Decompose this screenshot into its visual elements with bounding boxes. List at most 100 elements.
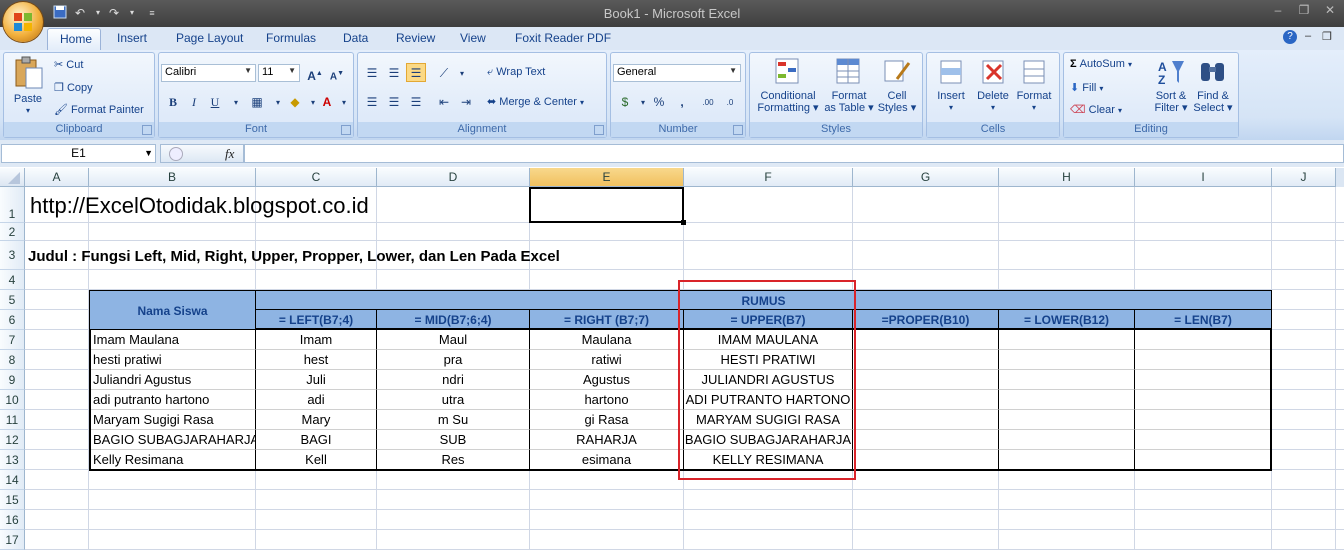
font-color-dropdown-icon[interactable]: ▾	[334, 92, 354, 111]
redo-dropdown-icon[interactable]: ▾	[124, 5, 140, 21]
shrink-font-icon[interactable]: A▼	[327, 63, 347, 82]
ribbon-restore-icon[interactable]: ❐	[1322, 30, 1332, 43]
underline-icon[interactable]: U	[205, 92, 225, 111]
formula-header-cell[interactable]: = LEFT(B7;4)	[256, 310, 377, 330]
conditional-formatting-button[interactable]: Conditional Formatting ▾	[752, 57, 824, 114]
formula-result-cell[interactable]: esimana	[530, 450, 684, 470]
formula-header-cell[interactable]: =PROPER(B10)	[853, 310, 999, 330]
autosum-button[interactable]: Σ AutoSum ▾	[1070, 58, 1132, 70]
undo-icon[interactable]: ↶	[72, 5, 88, 21]
scrollbar-top[interactable]	[1336, 168, 1344, 187]
url-cell[interactable]: http://ExcelOtodidak.blogspot.co.id	[30, 193, 369, 219]
wrap-text-button[interactable]: ⤶ Wrap Text	[487, 66, 545, 79]
insert-cells-button[interactable]: Insert ▾	[931, 57, 971, 114]
student-name-cell[interactable]: adi putranto hartono	[89, 390, 256, 410]
formula-result-cell[interactable]: JULIANDRI AGUSTUS	[684, 370, 853, 390]
row-header-1[interactable]: 1	[0, 187, 25, 223]
student-name-cell[interactable]: Imam Maulana	[89, 330, 256, 350]
alignment-dialog-launcher-icon[interactable]	[594, 125, 604, 135]
formula-result-cell[interactable]: utra	[377, 390, 530, 410]
undo-dropdown-icon[interactable]: ▾	[90, 5, 106, 21]
row-header-10[interactable]: 10	[0, 390, 25, 410]
save-icon[interactable]	[52, 5, 68, 21]
formula-result-cell[interactable]	[1135, 410, 1272, 430]
format-as-table-button[interactable]: Format as Table ▾	[823, 57, 875, 114]
student-name-cell[interactable]: hesti pratiwi	[89, 350, 256, 370]
formula-result-cell[interactable]	[1135, 390, 1272, 410]
column-header-i[interactable]: I	[1135, 168, 1272, 187]
cancel-entry-icon[interactable]	[169, 147, 183, 161]
column-header-a[interactable]: A	[25, 168, 89, 187]
formula-result-cell[interactable]	[1135, 330, 1272, 350]
formula-result-cell[interactable]: BAGIO SUBAGJARAHARJA	[684, 430, 853, 450]
rumus-header[interactable]: RUMUS	[256, 290, 1272, 310]
font-dialog-launcher-icon[interactable]	[341, 125, 351, 135]
underline-dropdown-icon[interactable]: ▾	[226, 92, 246, 111]
tab-review[interactable]: Review	[396, 31, 435, 49]
close-icon[interactable]: ✕	[1320, 3, 1340, 19]
accounting-format-icon[interactable]: $	[615, 92, 635, 111]
column-header-f[interactable]: F	[684, 168, 853, 187]
row-header-7[interactable]: 7	[0, 330, 25, 350]
decrease-indent-icon[interactable]: ⇤	[434, 92, 454, 111]
row-header-3[interactable]: 3	[0, 241, 25, 270]
tab-view[interactable]: View	[460, 31, 486, 49]
formula-result-cell[interactable]: ndri	[377, 370, 530, 390]
row-header-2[interactable]: 2	[0, 223, 25, 241]
delete-cells-button[interactable]: Delete ▾	[973, 57, 1013, 114]
active-cell-e1[interactable]	[529, 187, 684, 223]
increase-decimal-icon[interactable]: .00	[698, 92, 718, 111]
row-header-15[interactable]: 15	[0, 490, 25, 510]
cell-styles-button[interactable]: Cell Styles ▾	[875, 57, 919, 114]
student-name-cell[interactable]: Juliandri Agustus	[89, 370, 256, 390]
formula-result-cell[interactable]	[853, 350, 999, 370]
formula-result-cell[interactable]	[853, 390, 999, 410]
redo-icon[interactable]: ↷	[106, 5, 122, 21]
increase-indent-icon[interactable]: ⇥	[456, 92, 476, 111]
row-header-13[interactable]: 13	[0, 450, 25, 470]
row-header-9[interactable]: 9	[0, 370, 25, 390]
find-select-button[interactable]: Find & Select ▾	[1192, 57, 1234, 114]
row-header-14[interactable]: 14	[0, 470, 25, 490]
bottom-align-icon[interactable]: ☰	[406, 63, 426, 82]
formula-result-cell[interactable]: pra	[377, 350, 530, 370]
formula-result-cell[interactable]: hest	[256, 350, 377, 370]
formula-input[interactable]	[244, 144, 1344, 163]
formula-result-cell[interactable]	[853, 430, 999, 450]
align-left-icon[interactable]: ☰	[362, 92, 382, 111]
nama-siswa-header[interactable]: Nama Siswa	[89, 290, 256, 330]
row-header-4[interactable]: 4	[0, 270, 25, 290]
row-header-6[interactable]: 6	[0, 310, 25, 330]
row-header-12[interactable]: 12	[0, 430, 25, 450]
help-icon[interactable]: ?	[1283, 30, 1297, 44]
formula-result-cell[interactable]	[853, 450, 999, 470]
tab-foxit-reader-pdf[interactable]: Foxit Reader PDF	[515, 31, 611, 49]
formula-result-cell[interactable]	[999, 350, 1135, 370]
formula-result-cell[interactable]	[999, 430, 1135, 450]
formula-result-cell[interactable]	[999, 370, 1135, 390]
font-size-combo[interactable]: 11 ▼	[258, 64, 300, 82]
formula-result-cell[interactable]: HESTI PRATIWI	[684, 350, 853, 370]
fill-handle[interactable]	[681, 220, 686, 225]
sort-filter-button[interactable]: AZ Sort & Filter ▾	[1150, 57, 1192, 114]
column-header-e[interactable]: E	[530, 168, 684, 187]
student-name-cell[interactable]: BAGIO SUBAGJARAHARJA	[89, 430, 256, 450]
italic-icon[interactable]: I	[184, 92, 204, 111]
fill-button[interactable]: ⬇ Fill ▾	[1070, 81, 1103, 94]
customize-qat-icon[interactable]: ≡	[144, 5, 160, 21]
number-dialog-launcher-icon[interactable]	[733, 125, 743, 135]
formula-header-cell[interactable]: = LOWER(B12)	[999, 310, 1135, 330]
formula-result-cell[interactable]: Res	[377, 450, 530, 470]
comma-style-icon[interactable]: ,	[672, 92, 692, 111]
tab-insert[interactable]: Insert	[117, 31, 147, 49]
formula-result-cell[interactable]: Juli	[256, 370, 377, 390]
insert-function-icon[interactable]: fx	[225, 146, 234, 162]
decrease-decimal-icon[interactable]: .0	[720, 92, 740, 111]
formula-result-cell[interactable]: Kell	[256, 450, 377, 470]
number-format-combo[interactable]: General ▼	[613, 64, 741, 82]
tab-page-layout[interactable]: Page Layout	[176, 31, 243, 49]
orientation-icon[interactable]: ⟋	[434, 63, 454, 82]
cut-button[interactable]: ✂ Cut	[54, 58, 83, 71]
formula-result-cell[interactable]: Maulana	[530, 330, 684, 350]
clear-button[interactable]: ⌫ Clear ▾	[1070, 103, 1122, 116]
